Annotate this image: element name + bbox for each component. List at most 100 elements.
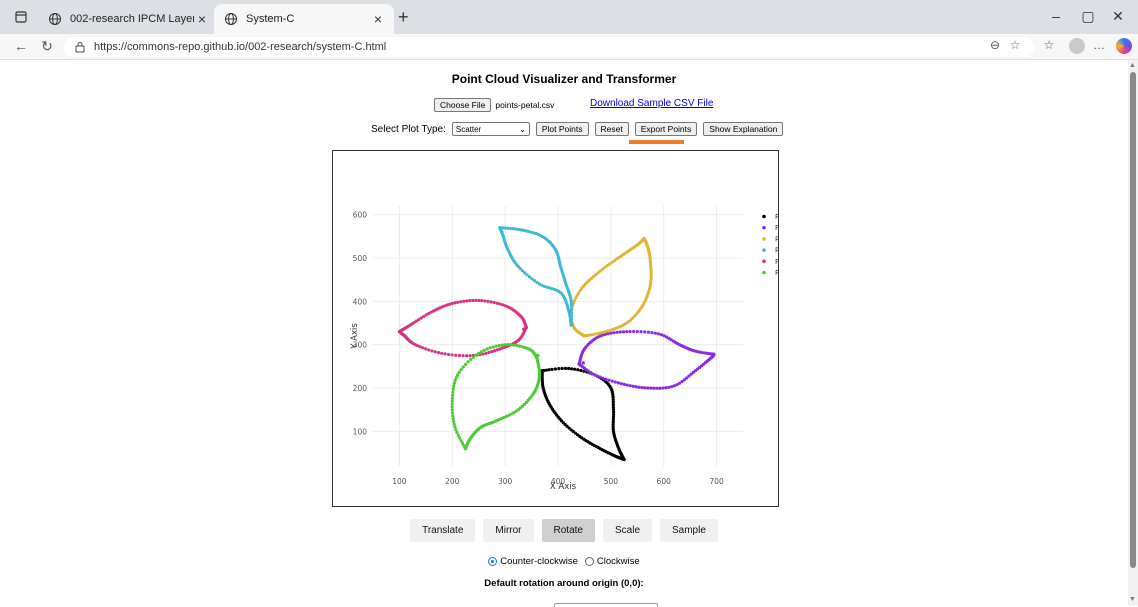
- close-tab-icon[interactable]: ×: [370, 11, 386, 27]
- data-point: [712, 352, 716, 356]
- favorites-icon[interactable]: ☆: [1040, 38, 1058, 52]
- data-point: [656, 332, 661, 336]
- close-window-icon[interactable]: ✕: [1108, 8, 1128, 25]
- plot-type-select[interactable]: Scatter ⌄: [451, 122, 530, 136]
- reset-button[interactable]: Reset: [594, 122, 629, 136]
- data-point: [482, 348, 486, 352]
- show-explanation-button[interactable]: Show Explanation: [703, 122, 784, 136]
- data-point: [487, 350, 491, 355]
- tab-ipcm-layer[interactable]: 002-research IPCM Layer ×: [38, 4, 218, 34]
- data-point: [495, 301, 499, 305]
- translate-button[interactable]: Translate: [410, 519, 476, 542]
- lock-icon: [75, 42, 85, 53]
- tab-system-c[interactable]: System-C ×: [214, 4, 394, 34]
- maximize-icon[interactable]: ▢: [1078, 8, 1098, 25]
- data-point: [579, 368, 583, 373]
- x-tick-label: 700: [709, 477, 724, 486]
- back-icon[interactable]: ←: [12, 38, 30, 54]
- data-point: [452, 384, 456, 388]
- legend-label: Plot 3: [775, 235, 778, 243]
- data-point: [455, 430, 459, 435]
- data-point: [622, 457, 626, 462]
- copilot-icon[interactable]: [1116, 38, 1132, 54]
- data-point: [484, 351, 488, 355]
- data-point: [544, 368, 548, 372]
- y-tick-label: 600: [353, 211, 368, 220]
- transform-tools: Translate Mirror Rotate Scale Sample: [0, 519, 1128, 542]
- data-point: [637, 385, 641, 389]
- scale-button[interactable]: Scale: [602, 519, 652, 542]
- data-point: [465, 299, 469, 303]
- legend-marker: [762, 225, 766, 230]
- y-tick-label: 200: [353, 384, 368, 393]
- rotate-button[interactable]: Rotate: [541, 519, 595, 542]
- globe-icon: [49, 13, 61, 25]
- data-point: [628, 384, 632, 388]
- page-content: Point Cloud Visualizer and Transformer C…: [0, 60, 1128, 607]
- data-point: [457, 370, 461, 374]
- data-point: [643, 386, 647, 390]
- rotation-angle-input[interactable]: [554, 603, 658, 607]
- scroll-thumb[interactable]: [1130, 72, 1136, 568]
- plot-points-button[interactable]: Plot Points: [535, 122, 589, 136]
- tab-actions-icon[interactable]: [12, 8, 30, 26]
- profile-avatar[interactable]: [1069, 38, 1085, 54]
- data-point: [610, 379, 614, 383]
- data-point: [532, 351, 536, 355]
- data-point: [511, 227, 515, 231]
- x-tick-label: 200: [445, 477, 460, 486]
- x-tick-label: 300: [498, 477, 513, 486]
- mirror-button[interactable]: Mirror: [483, 519, 534, 542]
- data-point: [465, 354, 469, 358]
- plot-area[interactable]: 100 200 300 400 500 600 700 100 200 300 400 500 600 X…: [332, 150, 795, 507]
- url-field[interactable]: https://commons-repo.github.io/002-resea…: [64, 37, 1034, 57]
- ccw-radio[interactable]: [488, 557, 498, 566]
- data-point: [598, 375, 602, 379]
- data-point: [433, 350, 437, 354]
- data-point: [471, 298, 475, 303]
- scroll-up-icon[interactable]: ▲: [1129, 62, 1136, 69]
- data-point: [631, 384, 635, 388]
- y-tick-label: 400: [353, 297, 368, 306]
- sample-button[interactable]: Sample: [660, 519, 718, 542]
- data-point: [477, 298, 481, 303]
- data-point: [625, 383, 629, 387]
- favorite-star-icon[interactable]: ☆: [1006, 38, 1024, 52]
- scrollbar[interactable]: ▲ ▼: [1128, 60, 1138, 606]
- data-point: [462, 299, 466, 303]
- data-point: [466, 360, 470, 364]
- y-tick-label: 100: [353, 427, 368, 436]
- new-tab-icon[interactable]: +: [398, 7, 409, 28]
- data-point: [446, 352, 451, 357]
- cw-radio[interactable]: [584, 557, 594, 566]
- data-point: [451, 393, 455, 397]
- data-point: [613, 380, 617, 384]
- chevron-down-icon: ⌄: [519, 124, 526, 134]
- data-point: [509, 343, 513, 347]
- data-point: [506, 342, 510, 347]
- data-point: [453, 378, 457, 383]
- data-point: [632, 329, 636, 334]
- more-icon[interactable]: …: [1090, 38, 1108, 52]
- export-points-button[interactable]: Export Points: [634, 122, 698, 136]
- zoom-icon[interactable]: ⊖: [986, 38, 1004, 52]
- data-point: [569, 305, 574, 309]
- data-point: [468, 299, 472, 303]
- download-sample-link[interactable]: Download Sample CSV File: [590, 98, 713, 109]
- plot-type-label: Select Plot Type:: [371, 123, 446, 135]
- plot-type-value: Scatter: [455, 124, 482, 134]
- legend-label: Plot 6: [775, 269, 778, 277]
- minimize-icon[interactable]: –: [1046, 8, 1066, 24]
- refresh-icon[interactable]: ↻: [38, 38, 56, 55]
- data-point: [461, 354, 465, 358]
- ccw-label: Counter-clockwise: [500, 556, 578, 567]
- choose-file-button[interactable]: Choose File: [434, 98, 492, 112]
- data-point: [650, 331, 654, 335]
- data-point: [640, 385, 644, 390]
- scroll-down-icon[interactable]: ▼: [1129, 596, 1136, 603]
- data-point: [634, 385, 638, 389]
- data-point: [646, 330, 651, 334]
- close-tab-icon[interactable]: ×: [194, 11, 210, 27]
- data-point: [667, 385, 671, 389]
- data-point: [397, 330, 402, 334]
